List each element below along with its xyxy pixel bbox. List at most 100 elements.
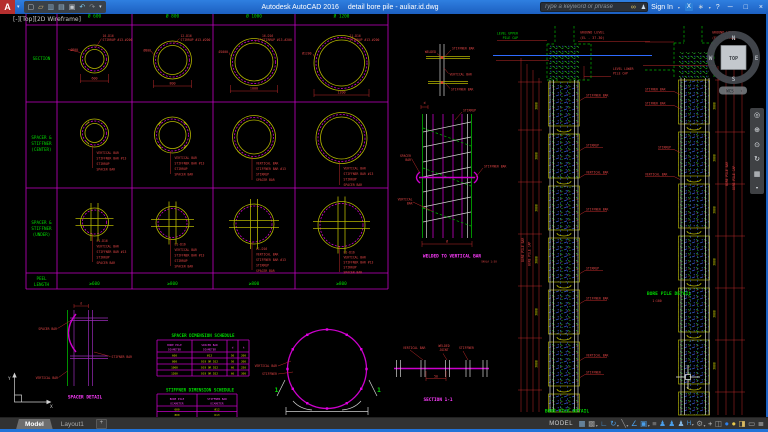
pan-icon[interactable]: ⊕ [754,127,760,134]
leader-label: VERTICAL BAR [645,173,667,177]
annotation-visibility-icon[interactable]: ♟ [659,420,666,428]
grid-icon[interactable]: ▦ [579,420,586,428]
annotation-icon[interactable]: ♟ [678,420,685,428]
isolate-objects-icon[interactable]: ● [731,420,736,428]
display-icon[interactable]: ▭ [748,420,755,428]
leader-label: STIRRUP [175,167,188,171]
polar-tracking-icon[interactable]: ↻▾ [610,420,619,428]
schedule-cell: 250 [241,366,246,370]
leader-label: STIFFNER BAR #13 [175,162,205,166]
customization-icon[interactable]: ≣ [758,420,764,428]
dia-label: Ø1000 [219,49,228,54]
close-button[interactable]: × [756,4,766,11]
viewcube-top-face[interactable]: TOP [729,56,738,62]
schedule-cell: Ø12 [207,353,212,358]
help-icon[interactable]: ? [716,4,720,11]
undo-icon[interactable]: ↶ [79,4,85,11]
leader-label: VERTICAL BAR [344,167,366,171]
object-snap-tracking-icon[interactable]: ∠ [631,420,638,428]
status-toggles: MODEL ▦ ▩▾ ∟ ↻▾ ╲▾ ∠ ▣▾ ≡ ♟ ♟ ♟ H▾ ⚙▾ + … [549,420,768,428]
dim-label: 3000 [713,102,717,110]
viewcube-south[interactable]: S [732,76,736,83]
viewcube-west[interactable]: W [709,55,713,62]
ortho-icon[interactable]: ∟ [600,420,607,428]
a360-caret-icon[interactable]: ▾ [709,5,711,10]
annotation-monitor-icon[interactable]: + [708,420,712,428]
drawing-canvas[interactable]: Ø 600 Ø 800 Ø 1000 Ø 1200 SECTION SPACER… [0,14,768,417]
leader-label: STIFFNER BAR [586,94,608,98]
wcs-caret-icon[interactable]: ▾ [741,89,743,93]
viewcube[interactable]: N W E S TOP WCS ▾ [709,35,759,95]
dim-label: Ø [446,239,448,244]
tab-model[interactable]: Model [16,419,53,430]
redo-icon[interactable]: ↷ [89,4,95,11]
dim-label: 50 [434,375,438,379]
schedule-cell: 50 [231,360,235,364]
dia-label: Ø1200 [302,51,311,56]
schedule-cell: 60 [231,366,235,370]
object-snap-icon[interactable]: ▣▾ [640,420,650,428]
leader-label: STIFNER BAR [645,102,666,106]
plot-icon[interactable]: ▣ [69,4,76,11]
open-file-icon[interactable]: ▱ [38,4,43,11]
detail-caption: SPACER DETAIL [68,395,103,401]
tab-layout1[interactable]: Layout1 [53,421,92,428]
zoom-icon[interactable]: ⊙ [754,142,760,149]
detail-caption: WELDED TO VERTICAL BAR [423,254,482,260]
save-as-icon[interactable]: ▤ [58,4,65,11]
dim-label: 3000 [713,206,717,214]
a360-icon[interactable]: ∗ [698,3,704,11]
row-label: SPACER & [31,220,52,225]
orbit-icon[interactable]: ↻ [754,156,760,163]
save-icon[interactable]: ▥ [48,4,55,11]
viewcube-east[interactable]: E [755,55,759,62]
isometric-drafting-icon[interactable]: ╲▾ [621,420,628,428]
workspace-switching-icon[interactable]: ⚙▾ [696,420,705,428]
minimize-button[interactable]: ─ [725,4,736,11]
app-menu-caret-icon[interactable]: ▾ [15,4,22,10]
navbar-caret-icon[interactable]: ▾ [756,186,758,190]
new-file-icon[interactable]: ▢ [28,4,35,11]
exchange-apps-icon[interactable]: X [685,3,693,11]
wcs-dropdown[interactable]: WCS [726,89,734,94]
leader-label: VERTICAL BAR [586,354,608,358]
navigation-bar: ◎ ⊕ ⊙ ↻ ▦ ▾ [750,108,764,194]
viewport-controls[interactable]: [-][Top][2D Wireframe] [13,16,81,23]
peel-value: ≥600 [89,281,100,287]
spec-label: STIRRUP #13-#200 [181,38,211,42]
row-label: PEEL [36,276,47,281]
signin-caret-icon[interactable]: ▾ [678,5,680,10]
schedule-cell: 300 [241,372,246,376]
leader-label: SPACER BAR [175,265,194,269]
viewcube-north[interactable]: N [732,35,736,42]
section-marker: 1 [377,386,381,394]
snap-icon[interactable]: ▩▾ [588,420,598,428]
annotation-scale-icon[interactable]: H▾ [687,421,694,427]
autocad-logo-icon[interactable]: A [0,0,15,14]
binoculars-search-icon[interactable]: ∞ [631,4,636,11]
leader-label: VERTICAL BAR [450,73,472,77]
steering-wheel-icon[interactable]: ◎ [754,112,760,119]
leader-label: STIRRUP [586,144,599,148]
leader-label: JOINT [439,348,448,352]
showmotion-icon[interactable]: ▦ [754,171,761,178]
isolate-icon[interactable]: ◫ [715,420,722,428]
peel-value: ≥800 [167,281,178,287]
leader-label: SPACER BAR [344,183,363,187]
lineweight-icon[interactable]: ≡ [652,420,656,428]
autoscale-icon[interactable]: ♟ [668,420,675,428]
model-space-label[interactable]: MODEL [549,421,573,427]
signin-person-icon[interactable]: ♟ [641,4,646,11]
level-label: PILE CAP [503,36,518,40]
graphics-performance-icon[interactable]: ● [724,420,729,428]
stiffner-schedule: STIFFNER DIMENSION SCHEDULE BORE PILE DI… [157,388,237,418]
qat-menu-caret-icon[interactable]: ▾ [99,5,102,10]
detail-caption: BORE PILE DETAIL [647,291,691,297]
dim-label: 800 [169,82,175,86]
dia-label: Ø600 [71,47,79,52]
new-layout-button[interactable]: + [96,419,107,429]
restore-button[interactable]: □ [741,4,751,11]
schedule-title: STIFFNER DIMENSION SCHEDULE [166,388,235,393]
clean-screen-icon[interactable]: ◨ [739,420,746,428]
sign-in-button[interactable]: Sign In [651,4,673,11]
